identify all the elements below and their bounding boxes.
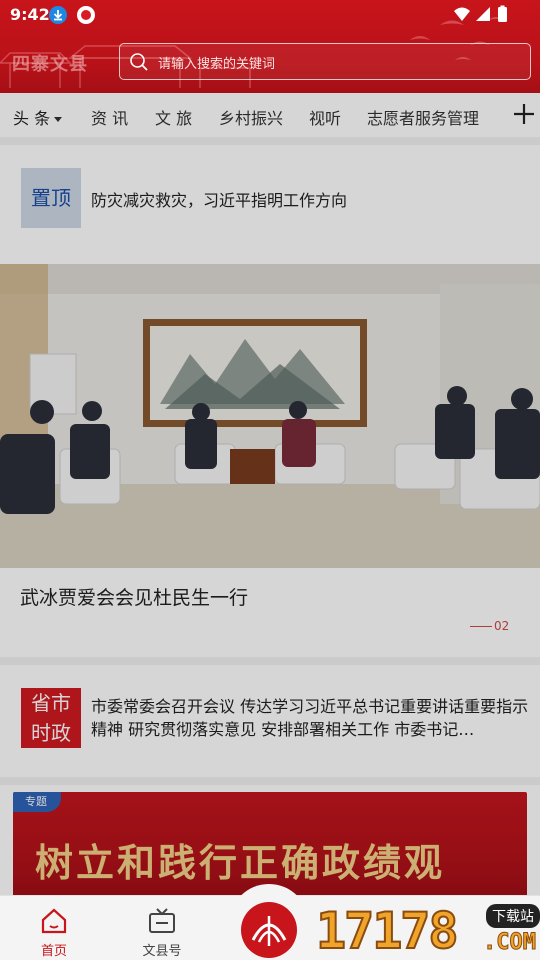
- nav-label: 文县号: [142, 944, 182, 959]
- status-icons: [454, 5, 507, 22]
- divider: [0, 137, 540, 145]
- nav-county-channel[interactable]: 文县号: [132, 906, 192, 959]
- tv-icon: [149, 908, 175, 933]
- caret-down-icon: [54, 117, 63, 122]
- app-header: 9:42 四寨文县 请输入搜索的关键词: [0, 0, 540, 93]
- nav-label: 首页: [40, 944, 67, 959]
- brand-logo-text: 四寨文县: [12, 54, 88, 75]
- tab-volunteer-service[interactable]: 志愿者服务管理: [367, 105, 479, 129]
- divider: [0, 777, 540, 785]
- center-logo-icon: [251, 916, 287, 946]
- section-badge-line2: 时政: [31, 721, 71, 745]
- tab-audiovisual[interactable]: 视听: [309, 105, 341, 129]
- divider: [0, 657, 540, 665]
- tab-label: 头 条: [13, 109, 51, 128]
- app-notification-icon: [77, 6, 95, 24]
- section-badge-line1: 省市: [31, 691, 71, 715]
- feature-photo[interactable]: [0, 264, 540, 568]
- wifi-icon: [454, 7, 470, 21]
- carousel-page-indicator: 02: [470, 619, 509, 633]
- tab-rural-revitalization[interactable]: 乡村振兴: [219, 105, 283, 129]
- section-badge: 省市 时政: [21, 688, 81, 748]
- center-logo-button[interactable]: [241, 902, 297, 958]
- banner-title: 树立和践行正确政绩观: [35, 840, 446, 885]
- signal-icon: [476, 7, 490, 21]
- pinned-badge: 置顶: [21, 168, 81, 228]
- download-notification-icon: [49, 6, 67, 24]
- search-placeholder: 请输入搜索的关键词: [158, 57, 276, 72]
- site-watermark: 17178 下载站 .COM: [315, 901, 540, 960]
- search-icon: [130, 53, 148, 71]
- topic-tag: 专题: [13, 792, 61, 812]
- watermark-suffix: .COM: [483, 930, 537, 956]
- search-input[interactable]: 请输入搜索的关键词: [119, 43, 531, 80]
- tab-news[interactable]: 资 讯: [91, 105, 128, 129]
- news-feed: 置顶 防灾减灾救灾，习近平指明工作方向 武冰贾爱会会见杜民生一行 02 省市 时…: [0, 137, 540, 895]
- nav-home[interactable]: 首页: [24, 906, 84, 959]
- topic-banner[interactable]: 专题 树立和践行正确政绩观: [13, 792, 527, 895]
- watermark-tag: 下载站: [486, 904, 540, 928]
- home-icon: [41, 908, 67, 934]
- meeting-photo: [0, 264, 540, 568]
- feature-title[interactable]: 武冰贾爱会会见杜民生一行: [20, 583, 248, 610]
- battery-icon: [498, 7, 507, 22]
- tab-culture-tourism[interactable]: 文 旅: [155, 105, 192, 129]
- tab-headline[interactable]: 头 条: [13, 105, 63, 129]
- category-tabs: 头 条 资 讯 文 旅 乡村振兴 视听 志愿者服务管理: [0, 93, 540, 137]
- watermark-number: 17178: [315, 901, 460, 960]
- section-news-text: 市委常委会召开会议 传达学习习近平总书记重要讲话重要指示精神 研究贯彻落实意见 …: [91, 697, 529, 739]
- pinned-title: 防灾减灾救灾，习近平指明工作方向: [91, 191, 348, 210]
- status-time: 9:42: [10, 5, 50, 24]
- status-bar: 9:42: [0, 0, 540, 30]
- add-channel-icon[interactable]: [512, 102, 536, 126]
